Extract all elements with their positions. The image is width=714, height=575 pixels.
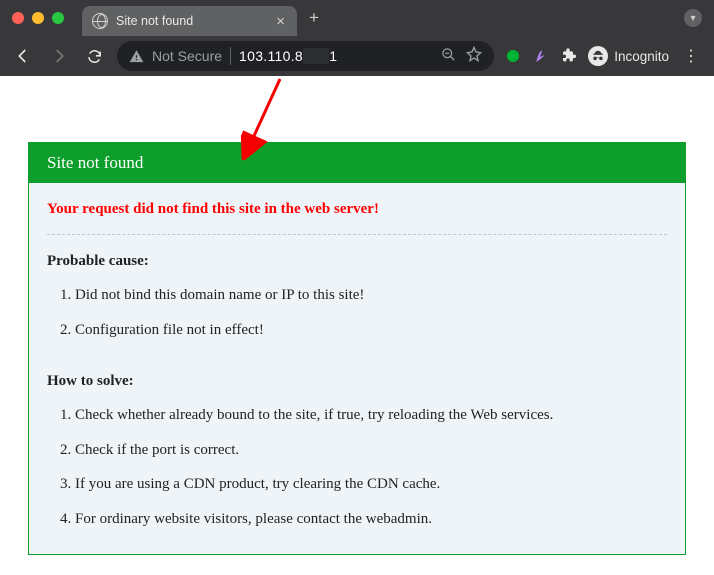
extensions-menu-icon[interactable] — [560, 47, 578, 65]
separator — [230, 47, 231, 65]
new-tab-button[interactable]: + — [297, 8, 331, 28]
browser-chrome: Site not found × + ▾ Not Secure 103.110.… — [0, 0, 714, 76]
page-viewport: Site not found Your request did not find… — [0, 76, 714, 575]
list-item: Check if the port is correct. — [75, 433, 667, 468]
page-content: Site not found Your request did not find… — [0, 76, 714, 575]
address-bar[interactable]: Not Secure 103.110.80001 — [117, 41, 494, 71]
list-item: Configuration file not in effect! — [75, 313, 667, 348]
window-controls[interactable] — [12, 12, 64, 24]
tabs-overflow-button[interactable]: ▾ — [684, 9, 702, 27]
bookmark-star-icon[interactable] — [466, 46, 482, 66]
security-label: Not Secure — [152, 48, 222, 64]
forward-button[interactable] — [46, 43, 72, 69]
tab-bar: Site not found × + ▾ — [0, 0, 714, 36]
extension-icons: Incognito ⋮ — [504, 46, 704, 66]
solution-list: Check whether already bound to the site,… — [47, 398, 667, 536]
minimize-window-icon[interactable] — [32, 12, 44, 24]
reload-icon — [86, 48, 103, 65]
not-secure-icon — [129, 49, 144, 64]
tab-title: Site not found — [116, 14, 264, 28]
probable-cause-heading: Probable cause: — [47, 253, 667, 270]
browser-menu-button[interactable]: ⋮ — [679, 46, 704, 66]
error-message: Your request did not find this site in t… — [47, 201, 667, 235]
list-item: Check whether already bound to the site,… — [75, 398, 667, 433]
extension-icon[interactable] — [504, 47, 522, 65]
toolbar: Not Secure 103.110.80001 — [0, 36, 714, 76]
maximize-window-icon[interactable] — [52, 12, 64, 24]
incognito-indicator[interactable]: Incognito — [588, 46, 669, 66]
url-text: 103.110.80001 — [239, 48, 337, 64]
card-body: Your request did not find this site in t… — [29, 183, 685, 554]
incognito-label: Incognito — [614, 49, 669, 64]
list-item: If you are using a CDN product, try clea… — [75, 467, 667, 502]
arrow-right-icon — [50, 47, 68, 65]
globe-icon — [92, 13, 108, 29]
list-item: Did not bind this domain name or IP to t… — [75, 278, 667, 313]
incognito-icon — [588, 46, 608, 66]
back-button[interactable] — [10, 43, 36, 69]
card-header: Site not found — [29, 143, 685, 183]
error-card: Site not found Your request did not find… — [28, 142, 686, 555]
probable-cause-list: Did not bind this domain name or IP to t… — [47, 278, 667, 347]
browser-tab[interactable]: Site not found × — [82, 6, 297, 36]
reload-button[interactable] — [82, 44, 107, 69]
extension-icon[interactable] — [532, 47, 550, 65]
zoom-icon[interactable] — [441, 47, 456, 66]
list-item: For ordinary website visitors, please co… — [75, 502, 667, 537]
how-to-solve-heading: How to solve: — [47, 373, 667, 390]
close-tab-icon[interactable]: × — [272, 11, 289, 32]
close-window-icon[interactable] — [12, 12, 24, 24]
arrow-left-icon — [14, 47, 32, 65]
chevron-down-icon: ▾ — [684, 9, 702, 27]
